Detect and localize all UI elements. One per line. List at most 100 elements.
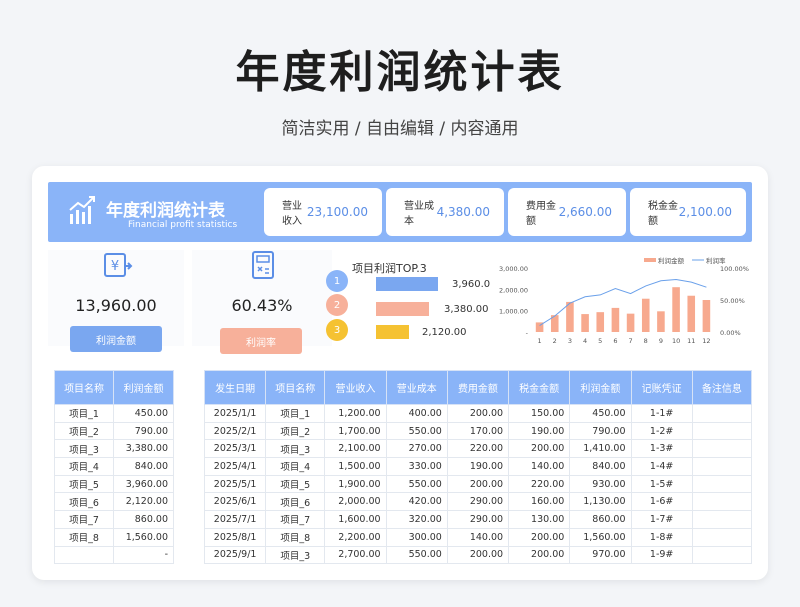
cost-cell: 300.00 [385,527,448,547]
project-name-cell: 项目_4 [53,457,115,476]
chart-line [539,278,707,327]
note-cell [691,404,753,423]
revenue-cell: 1,900.00 [324,474,387,494]
table-row: 2025/3/1 项目_3 2,100.00 270.00 220.00 200.00 1,… [203,439,753,459]
profit-cell: 790.00 [569,421,632,441]
chart-trend-icon [69,196,95,224]
voucher-cell: 1-5# [630,474,693,494]
banner-title: 年度利润统计表 [106,201,225,221]
table-row: 2025/4/1 项目_4 1,500.00 330.00 190.00 140.00 84… [203,457,753,476]
dashboard-card: 年度利润统计表 Financial profit statistics 营业收入… [32,166,768,580]
profit-value: 13,960.00 [75,296,157,315]
date-cell: 2025/6/1 [203,492,267,512]
x-tick-label: 8 [644,337,648,345]
voucher-cell: 1-2# [630,421,693,441]
profit-cell: 860.00 [113,510,174,529]
profit-cell: 840.00 [113,457,174,476]
revenue-cell: 1,600.00 [324,510,387,529]
y-left-tick-label: - [526,329,529,337]
date-cell: 2025/1/1 [203,404,267,423]
note-cell [691,527,753,547]
x-tick-label: 5 [598,337,602,345]
x-tick-label: 9 [659,337,663,345]
project-name-cell: 项目_8 [53,527,115,547]
legend-swatch-bar [644,258,656,262]
revenue-cell: 2,100.00 [324,439,387,459]
voucher-cell: 1-6# [630,492,693,512]
chart-bar [687,295,696,332]
rate-panel: 60.43% 利润率 [192,250,332,354]
column-header: 利润金额 [569,370,632,405]
profit-cell: 450.00 [569,404,632,423]
tax-cell: 160.00 [508,492,571,512]
table-row: 项目_8 1,560.00 [53,527,174,547]
table-row: 2025/5/1 项目_5 1,900.00 550.00 200.00 220.00 93… [203,474,753,494]
table-row: 项目_4 840.00 [53,457,174,476]
column-header: 发生日期 [203,370,267,405]
cost-cell: 270.00 [385,439,448,459]
chart-bar [566,301,574,332]
note-cell [691,474,753,494]
project-name-cell: 项目_8 [265,527,326,547]
column-header: 记账凭证 [630,370,693,405]
profit-cell: 930.00 [569,474,632,494]
profit-cell: 3,380.00 [113,439,174,459]
column-header: 费用金额 [446,370,510,405]
hero-title: 年度利润统计表 [235,47,565,98]
table-row: 2025/8/1 项目_8 2,200.00 300.00 140.00 200.00 1,… [203,527,753,547]
note-cell [691,421,753,441]
expense-cell: 190.00 [446,457,510,476]
voucher-cell: 1-7# [630,510,693,529]
note-cell [691,457,753,476]
chart-bar [581,314,589,332]
profit-label-pill: 利润金额 [70,326,162,352]
table-row: 项目_7 860.00 [53,510,174,529]
profit-cell: 860.00 [569,510,632,529]
project-name-cell: 项目_6 [265,492,326,512]
kpi-label: 费用金额 [526,201,556,227]
profit-cell: 1,560.00 [569,527,632,547]
project-name-cell: 项目_7 [53,510,115,529]
profit-combo-chart: 3,000.00 2,000.00 1,000.00 - 100.00% 50.00% 0.… [499,256,749,345]
profit-cell: 790.00 [113,421,174,441]
cost-cell: 550.00 [385,421,448,441]
note-cell [691,492,753,512]
note-cell [691,439,753,459]
profit-cell: 970.00 [569,545,632,565]
calculator-icon [252,251,274,279]
profit-cell: 2,120.00 [113,492,174,512]
cost-cell: 420.00 [385,492,448,512]
project-name-cell: 项目_3 [53,439,115,459]
expense-cell: 200.00 [446,545,510,565]
project-name-cell: 项目_3 [265,545,326,565]
profit-cell: 1,410.00 [569,439,632,459]
x-tick-label: 12 [702,337,710,345]
table-row: 项目_5 3,960.00 [53,474,174,494]
kpi-label: 营业收入 [282,201,302,227]
voucher-cell: 1-4# [630,457,693,476]
kpi-value: 4,380.00 [436,205,490,219]
project-name-cell: 项目_6 [53,492,115,512]
y-right-tick-label: 0.00% [720,329,741,337]
rank-bar-2 [376,302,429,316]
kpi-expense: 费用金额 2,660.00 [508,188,626,236]
date-cell: 2025/7/1 [203,510,267,529]
chart-bar [672,287,680,332]
chart-bar [596,312,605,332]
x-tick-label: 7 [629,337,633,345]
legend-label: 利润率 [706,256,726,265]
y-right-tick-label: 50.00% [720,297,745,305]
y-right-tick-label: 100.00% [720,265,749,273]
project-name-cell: 项目_3 [265,439,326,459]
tax-cell: 150.00 [508,404,571,423]
rank-badge-1: 1 [326,270,348,292]
chart-bar [702,300,711,332]
profit-cell: 840.00 [569,457,632,476]
cost-cell: 320.00 [385,510,448,529]
tax-cell: 200.00 [508,545,571,565]
kpi-label: 营业成本 [404,201,434,227]
x-tick-label: 4 [583,337,587,345]
table-row: 2025/2/1 项目_2 1,700.00 550.00 170.00 190.00 79… [203,421,753,441]
date-cell: 2025/4/1 [203,457,267,476]
voucher-cell: 1-3# [630,439,693,459]
